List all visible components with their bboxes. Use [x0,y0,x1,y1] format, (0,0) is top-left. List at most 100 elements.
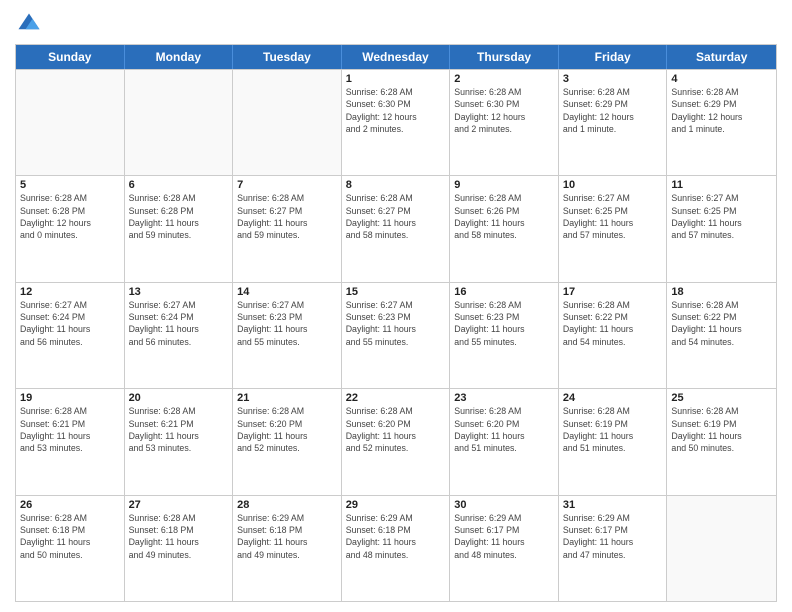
empty-cell [667,496,776,601]
day-5: 5Sunrise: 6:28 AM Sunset: 6:28 PM Daylig… [16,176,125,281]
day-info: Sunrise: 6:29 AM Sunset: 6:17 PM Dayligh… [563,512,663,561]
day-19: 19Sunrise: 6:28 AM Sunset: 6:21 PM Dayli… [16,389,125,494]
day-17: 17Sunrise: 6:28 AM Sunset: 6:22 PM Dayli… [559,283,668,388]
day-18: 18Sunrise: 6:28 AM Sunset: 6:22 PM Dayli… [667,283,776,388]
day-info: Sunrise: 6:28 AM Sunset: 6:20 PM Dayligh… [237,405,337,454]
day-number: 6 [129,179,229,191]
day-27: 27Sunrise: 6:28 AM Sunset: 6:18 PM Dayli… [125,496,234,601]
day-header-thursday: Thursday [450,45,559,69]
day-number: 4 [671,73,772,85]
day-header-saturday: Saturday [667,45,776,69]
day-number: 12 [20,286,120,298]
day-header-friday: Friday [559,45,668,69]
day-20: 20Sunrise: 6:28 AM Sunset: 6:21 PM Dayli… [125,389,234,494]
day-info: Sunrise: 6:28 AM Sunset: 6:28 PM Dayligh… [20,192,120,241]
day-3: 3Sunrise: 6:28 AM Sunset: 6:29 PM Daylig… [559,70,668,175]
day-number: 8 [346,179,446,191]
day-14: 14Sunrise: 6:27 AM Sunset: 6:23 PM Dayli… [233,283,342,388]
day-number: 1 [346,73,446,85]
day-number: 17 [563,286,663,298]
day-info: Sunrise: 6:28 AM Sunset: 6:21 PM Dayligh… [20,405,120,454]
day-info: Sunrise: 6:28 AM Sunset: 6:20 PM Dayligh… [454,405,554,454]
week-row-1: 1 Sunrise: 6:28 AM Sunset: 6:30 PM Daylig… [16,69,776,175]
day-24: 24Sunrise: 6:28 AM Sunset: 6:19 PM Dayli… [559,389,668,494]
day-info: Sunrise: 6:28 AM Sunset: 6:18 PM Dayligh… [20,512,120,561]
week-row-5: 26Sunrise: 6:28 AM Sunset: 6:18 PM Dayli… [16,495,776,601]
day-info: Sunrise: 6:28 AM Sunset: 6:27 PM Dayligh… [237,192,337,241]
day-header-monday: Monday [125,45,234,69]
day-number: 29 [346,499,446,511]
day-number: 13 [129,286,229,298]
day-number: 25 [671,392,772,404]
day-13: 13Sunrise: 6:27 AM Sunset: 6:24 PM Dayli… [125,283,234,388]
day-info: Sunrise: 6:28 AM Sunset: 6:29 PM Dayligh… [563,86,663,135]
empty-cell [16,70,125,175]
day-info: Sunrise: 6:27 AM Sunset: 6:25 PM Dayligh… [563,192,663,241]
day-info: Sunrise: 6:28 AM Sunset: 6:30 PM Dayligh… [454,86,554,135]
day-info: Sunrise: 6:28 AM Sunset: 6:26 PM Dayligh… [454,192,554,241]
day-number: 21 [237,392,337,404]
day-31: 31Sunrise: 6:29 AM Sunset: 6:17 PM Dayli… [559,496,668,601]
day-number: 14 [237,286,337,298]
day-info: Sunrise: 6:28 AM Sunset: 6:29 PM Dayligh… [671,86,772,135]
day-30: 30Sunrise: 6:29 AM Sunset: 6:17 PM Dayli… [450,496,559,601]
day-number: 30 [454,499,554,511]
day-info: Sunrise: 6:28 AM Sunset: 6:18 PM Dayligh… [129,512,229,561]
day-info: Sunrise: 6:29 AM Sunset: 6:18 PM Dayligh… [346,512,446,561]
day-6: 6Sunrise: 6:28 AM Sunset: 6:28 PM Daylig… [125,176,234,281]
day-info: Sunrise: 6:27 AM Sunset: 6:23 PM Dayligh… [346,299,446,348]
day-number: 2 [454,73,554,85]
day-number: 10 [563,179,663,191]
logo-icon [15,10,43,38]
day-29: 29Sunrise: 6:29 AM Sunset: 6:18 PM Dayli… [342,496,451,601]
day-header-tuesday: Tuesday [233,45,342,69]
day-26: 26Sunrise: 6:28 AM Sunset: 6:18 PM Dayli… [16,496,125,601]
day-23: 23Sunrise: 6:28 AM Sunset: 6:20 PM Dayli… [450,389,559,494]
logo [15,10,47,38]
day-info: Sunrise: 6:27 AM Sunset: 6:24 PM Dayligh… [129,299,229,348]
day-number: 27 [129,499,229,511]
day-info: Sunrise: 6:28 AM Sunset: 6:23 PM Dayligh… [454,299,554,348]
page: SundayMondayTuesdayWednesdayThursdayFrid… [0,0,792,612]
day-info: Sunrise: 6:27 AM Sunset: 6:24 PM Dayligh… [20,299,120,348]
day-info: Sunrise: 6:28 AM Sunset: 6:22 PM Dayligh… [563,299,663,348]
day-number: 19 [20,392,120,404]
day-number: 5 [20,179,120,191]
day-number: 3 [563,73,663,85]
day-8: 8Sunrise: 6:28 AM Sunset: 6:27 PM Daylig… [342,176,451,281]
calendar-header: SundayMondayTuesdayWednesdayThursdayFrid… [16,45,776,69]
day-7: 7Sunrise: 6:28 AM Sunset: 6:27 PM Daylig… [233,176,342,281]
day-number: 7 [237,179,337,191]
day-info: Sunrise: 6:28 AM Sunset: 6:19 PM Dayligh… [671,405,772,454]
day-info: Sunrise: 6:28 AM Sunset: 6:22 PM Dayligh… [671,299,772,348]
day-11: 11Sunrise: 6:27 AM Sunset: 6:25 PM Dayli… [667,176,776,281]
week-row-4: 19Sunrise: 6:28 AM Sunset: 6:21 PM Dayli… [16,388,776,494]
day-number: 26 [20,499,120,511]
day-number: 22 [346,392,446,404]
day-number: 28 [237,499,337,511]
day-number: 23 [454,392,554,404]
day-info: Sunrise: 6:28 AM Sunset: 6:27 PM Dayligh… [346,192,446,241]
week-row-2: 5Sunrise: 6:28 AM Sunset: 6:28 PM Daylig… [16,175,776,281]
day-info: Sunrise: 6:28 AM Sunset: 6:21 PM Dayligh… [129,405,229,454]
day-10: 10Sunrise: 6:27 AM Sunset: 6:25 PM Dayli… [559,176,668,281]
day-number: 31 [563,499,663,511]
day-info: Sunrise: 6:28 AM Sunset: 6:20 PM Dayligh… [346,405,446,454]
day-number: 9 [454,179,554,191]
day-28: 28Sunrise: 6:29 AM Sunset: 6:18 PM Dayli… [233,496,342,601]
day-info: Sunrise: 6:29 AM Sunset: 6:18 PM Dayligh… [237,512,337,561]
day-21: 21Sunrise: 6:28 AM Sunset: 6:20 PM Dayli… [233,389,342,494]
day-info: Sunrise: 6:28 AM Sunset: 6:19 PM Dayligh… [563,405,663,454]
day-info: Sunrise: 6:28 AM Sunset: 6:28 PM Dayligh… [129,192,229,241]
day-22: 22Sunrise: 6:28 AM Sunset: 6:20 PM Dayli… [342,389,451,494]
day-1: 1Sunrise: 6:28 AM Sunset: 6:30 PM Daylig… [342,70,451,175]
day-info: Sunrise: 6:29 AM Sunset: 6:17 PM Dayligh… [454,512,554,561]
day-25: 25Sunrise: 6:28 AM Sunset: 6:19 PM Dayli… [667,389,776,494]
day-number: 15 [346,286,446,298]
day-12: 12Sunrise: 6:27 AM Sunset: 6:24 PM Dayli… [16,283,125,388]
week-row-3: 12Sunrise: 6:27 AM Sunset: 6:24 PM Dayli… [16,282,776,388]
day-15: 15Sunrise: 6:27 AM Sunset: 6:23 PM Dayli… [342,283,451,388]
day-9: 9Sunrise: 6:28 AM Sunset: 6:26 PM Daylig… [450,176,559,281]
day-header-wednesday: Wednesday [342,45,451,69]
day-4: 4Sunrise: 6:28 AM Sunset: 6:29 PM Daylig… [667,70,776,175]
